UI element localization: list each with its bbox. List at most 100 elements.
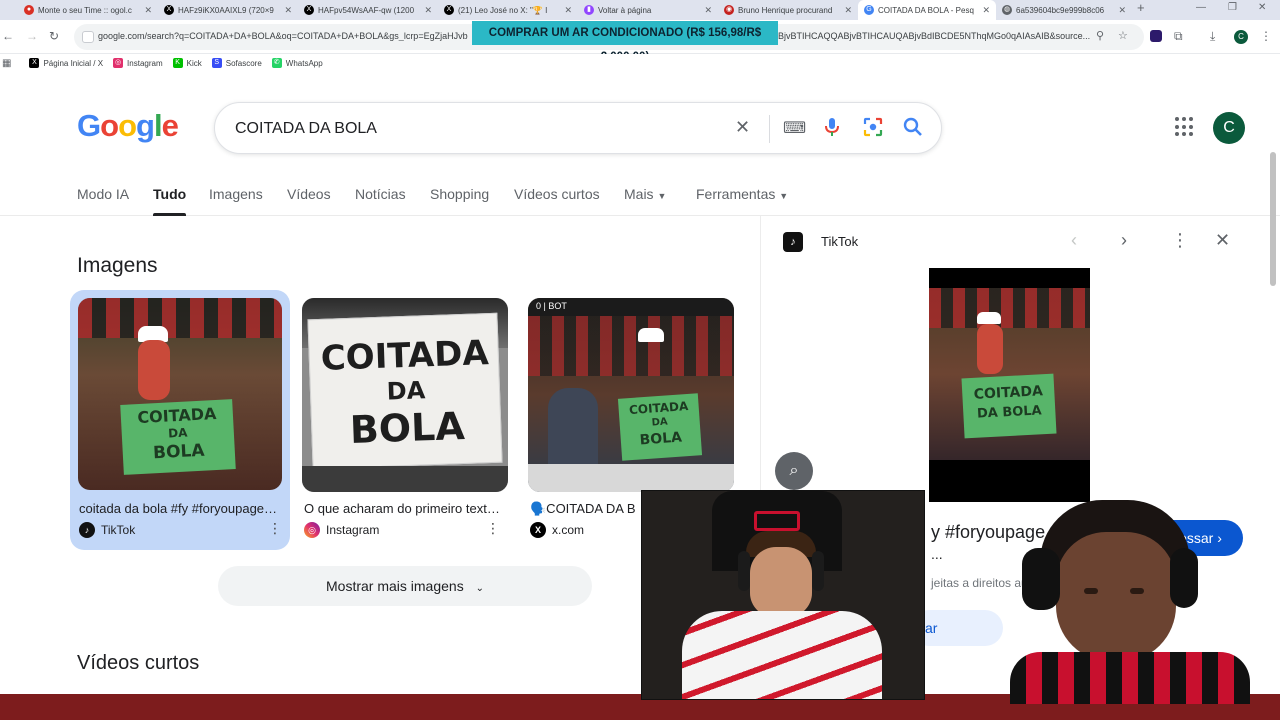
browser-profile-avatar[interactable]: C [1234,30,1248,44]
image-result-source[interactable]: ◎ Instagram [304,522,379,538]
tab-more[interactable]: Mais ▼ [624,186,666,202]
tab-news[interactable]: Notícias [355,186,406,202]
tab-short-videos[interactable]: Vídeos curtos [514,186,600,202]
tab-title: (21) Leo José no X: "🏆 I [458,5,548,15]
browser-tab[interactable]: ▮ Voltar à página ✕ [578,0,718,20]
source-label: Instagram [326,523,380,537]
close-tab-icon[interactable]: ✕ [704,5,712,16]
new-tab-icon[interactable]: + [1137,0,1145,15]
forward-icon[interactable]: → [26,29,38,43]
sofascore-icon: S [211,58,222,68]
bookmark-star-icon[interactable]: ☆ [1118,29,1128,42]
bookmarks-bar: ▦ X Página Inicial / X ◎ Instagram K Kick S… [0,54,1280,72]
image-result-card-selected[interactable]: COITADA DA BOLA coitada da bola #fy #for… [70,290,290,550]
bookmark-whatsapp[interactable]: ✆ WhatsApp [271,58,323,68]
bookmark-kick[interactable]: K Kick [172,58,202,68]
chrome-menu-icon[interactable]: ⋮ [1260,29,1272,43]
keyboard-icon[interactable]: ⌨ [783,118,806,138]
cap [638,328,664,342]
download-icon[interactable]: ⤓ [1210,29,1215,44]
more-options-icon[interactable]: ⋮ [486,520,500,537]
reload-icon[interactable]: ↻ [49,29,59,43]
eye [1130,588,1144,594]
image-thumbnail[interactable]: COITADA DA BOLA [302,298,508,492]
zoom-icon[interactable]: ⚲ [1096,29,1104,42]
close-tab-icon[interactable]: ✕ [844,5,852,16]
browser-tab[interactable]: X (21) Leo José no X: "🏆 I ✕ [438,0,578,20]
image-thumbnail[interactable]: COITADA DA BOLA [78,298,282,490]
caret-down-icon: ▼ [657,191,667,201]
search-input[interactable]: COITADA DA BOLA [235,120,377,138]
tab-images[interactable]: Imagens [209,186,263,202]
lens-icon[interactable] [863,117,883,142]
bookmark-x[interactable]: X Página Inicial / X [29,58,103,68]
short-videos-heading: Vídeos curtos [77,652,200,674]
close-icon[interactable]: ✕ [1215,230,1230,251]
image-result-source[interactable]: X x.com [530,522,584,538]
sign-text: COITADA [136,403,217,428]
panel-source-name[interactable]: TikTok [821,234,858,249]
globe-icon: ◍ [1002,5,1012,15]
search-box[interactable]: COITADA DA BOLA ✕ ⌨ [214,102,942,154]
image-result-card[interactable]: COITADA DA BOLA O que acharam do primeir… [302,298,508,548]
tab-shopping[interactable]: Shopping [430,186,489,202]
extensions-puzzle-icon[interactable]: ⧉ [1174,29,1183,44]
close-tab-icon[interactable]: ✕ [982,5,990,16]
show-more-images-button[interactable]: Mostrar mais imagens ⌄ [218,566,592,606]
search-icon[interactable] [903,117,923,142]
microphone-icon[interactable] [825,117,839,142]
tab-tools[interactable]: Ferramentas ▼ [696,186,788,202]
bookmark-instagram[interactable]: ◎ Instagram [113,58,163,68]
back-icon[interactable]: ← [2,29,14,43]
more-options-icon[interactable]: ⋮ [268,520,282,537]
restore-icon[interactable]: ❐ [1228,2,1237,13]
tab-videos[interactable]: Vídeos [287,186,331,202]
lens-search-button[interactable]: ⌕ [775,452,813,490]
close-tab-icon[interactable]: ✕ [1118,5,1126,16]
prev-arrow-icon[interactable]: ‹ [1071,230,1077,251]
google-apps-icon[interactable] [1175,117,1195,137]
close-tab-icon[interactable]: ✕ [284,5,292,16]
flamengo-jersey [682,611,882,699]
browser-tab[interactable]: X HAFz9iKX0AAIXL9 (720×9 ✕ [158,0,298,20]
search-tabs: Modo IA Tudo Imagens Vídeos Notícias Sho… [0,180,1280,216]
browser-tab-active[interactable]: G COITADA DA BOLA - Pesq ✕ [858,0,996,20]
preview-image[interactable]: COITADA DA BOLA [929,268,1090,502]
minimize-icon[interactable]: — [1196,2,1206,13]
preview-photo: COITADA DA BOLA [929,288,1090,460]
account-avatar[interactable]: C [1213,112,1245,144]
browser-tab[interactable]: X HAFpv54WsAAF-qw (1200 ✕ [298,0,438,20]
more-options-icon[interactable]: ⋮ [1171,230,1189,251]
apps-icon[interactable]: ▦ [2,58,11,69]
railing [528,464,734,492]
image-result-title[interactable]: O que acharam do primeiro texto de... [304,501,504,516]
sign-text: BOLA [349,403,466,452]
site-info-icon[interactable] [82,31,94,43]
close-window-icon[interactable]: ✕ [1258,2,1266,13]
x-icon: X [304,5,314,15]
browser-tab[interactable]: ◍ 6a539604bc9e999b8c06 ✕ [996,0,1132,20]
page-scrollbar[interactable] [1270,152,1276,286]
green-sign: COITADA DA BOLA [120,399,236,475]
sign-text: DA [651,416,669,429]
image-result-title[interactable]: coitada da bola #fy #foryoupage #fl... [79,501,279,516]
image-result-source[interactable]: ♪ TikTok [79,522,135,538]
tab-all[interactable]: Tudo [153,186,186,202]
image-thumbnail[interactable]: 0 | BOT COITADA DA BOLA [528,298,734,492]
divider [769,115,770,143]
fan-figure [977,324,1003,374]
close-tab-icon[interactable]: ✕ [564,5,572,16]
active-tab-indicator [153,213,186,216]
next-arrow-icon[interactable]: › [1121,230,1127,251]
bookmark-sofascore[interactable]: S Sofascore [211,58,262,68]
close-tab-icon[interactable]: ✕ [424,5,432,16]
crowd-stripes [929,288,1090,328]
extension-icon[interactable] [1150,30,1162,42]
browser-tab[interactable]: ● Monte o seu Time :: ogol.c ✕ [18,0,158,20]
close-tab-icon[interactable]: ✕ [144,5,152,16]
browser-tab[interactable]: ◉ Bruno Henrique procurand ✕ [718,0,858,20]
google-logo[interactable]: Google [77,108,179,144]
tab-ai-mode[interactable]: Modo IA [77,186,129,202]
clear-icon[interactable]: ✕ [735,117,750,138]
images-section-heading: Imagens [77,254,158,277]
